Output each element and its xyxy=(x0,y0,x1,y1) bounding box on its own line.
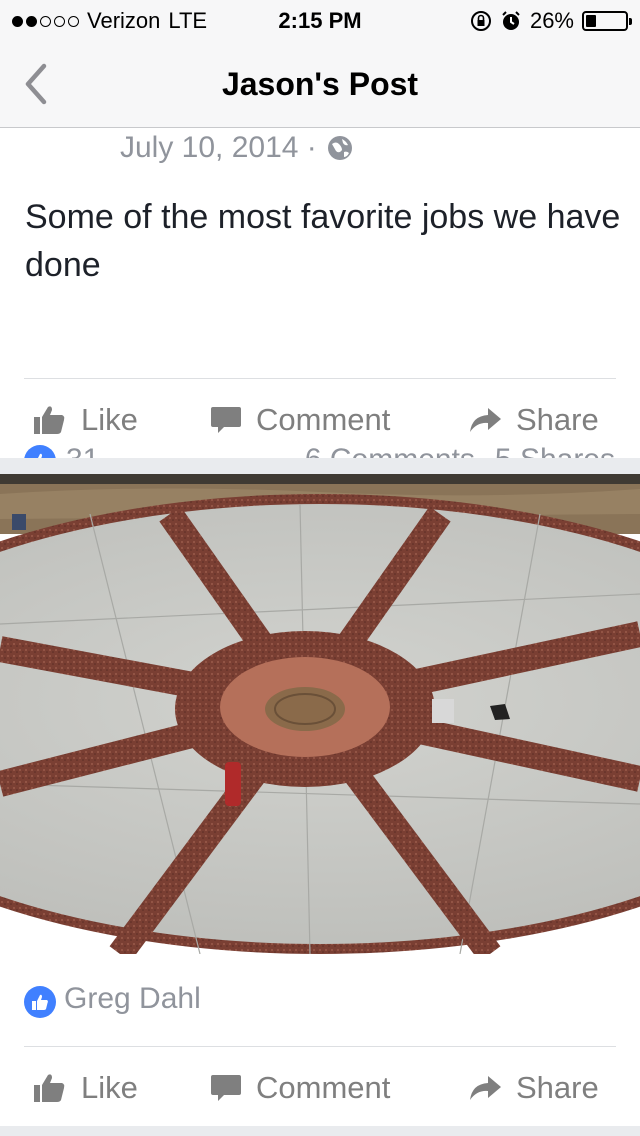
share-label: Share xyxy=(516,402,599,437)
navigation-bar: Jason's Post xyxy=(0,40,640,128)
photo-comment-button[interactable]: Comment xyxy=(210,1053,390,1123)
comment-label: Comment xyxy=(256,402,391,437)
photo-reactions: Greg Dahl xyxy=(0,980,640,1024)
comment-button[interactable]: Comment xyxy=(210,385,390,455)
page-title: Jason's Post xyxy=(221,66,419,102)
share-button[interactable]: Share xyxy=(468,385,599,455)
alarm-icon xyxy=(502,11,520,30)
thumbs-up-icon xyxy=(34,406,65,434)
post-meta: July 10, 2014 · xyxy=(120,131,353,165)
comment-label: Comment xyxy=(256,1070,391,1105)
battery-percent: 26% xyxy=(529,8,574,33)
status-bar: Verizon LTE 2:15 PM 26% xyxy=(0,0,640,40)
battery-icon xyxy=(582,11,632,31)
share-arrow-icon xyxy=(470,408,501,432)
photo-actions: Like Comment Share xyxy=(0,1053,640,1123)
share-label: Share xyxy=(516,1070,599,1105)
divider xyxy=(24,378,616,379)
photo-share-button[interactable]: Share xyxy=(468,1053,599,1123)
like-label: Like xyxy=(81,402,138,437)
concrete-patio-image xyxy=(0,474,640,954)
thumbs-up-icon xyxy=(34,1074,65,1102)
status-right: 26% xyxy=(470,8,632,34)
share-arrow-icon xyxy=(470,1076,501,1100)
photo-like-button[interactable]: Like xyxy=(33,1053,138,1123)
comment-bubble-icon xyxy=(211,407,241,433)
section-separator xyxy=(0,458,640,474)
comment-bubble-icon xyxy=(211,1075,241,1101)
rotation-lock-icon xyxy=(470,11,491,31)
like-label: Like xyxy=(81,1070,138,1105)
like-reaction-icon xyxy=(24,986,56,1018)
like-button[interactable]: Like xyxy=(33,385,138,455)
post-photo[interactable] xyxy=(0,474,640,954)
post-text: Some of the most favorite jobs we have d… xyxy=(25,198,621,284)
section-separator xyxy=(0,1126,640,1136)
post-actions: Like Comment Share xyxy=(0,385,640,455)
liker-name[interactable]: Greg Dahl xyxy=(64,982,201,1016)
globe-icon xyxy=(327,136,352,160)
divider xyxy=(24,1046,616,1047)
post-date[interactable]: July 10, 2014 · xyxy=(120,131,317,165)
